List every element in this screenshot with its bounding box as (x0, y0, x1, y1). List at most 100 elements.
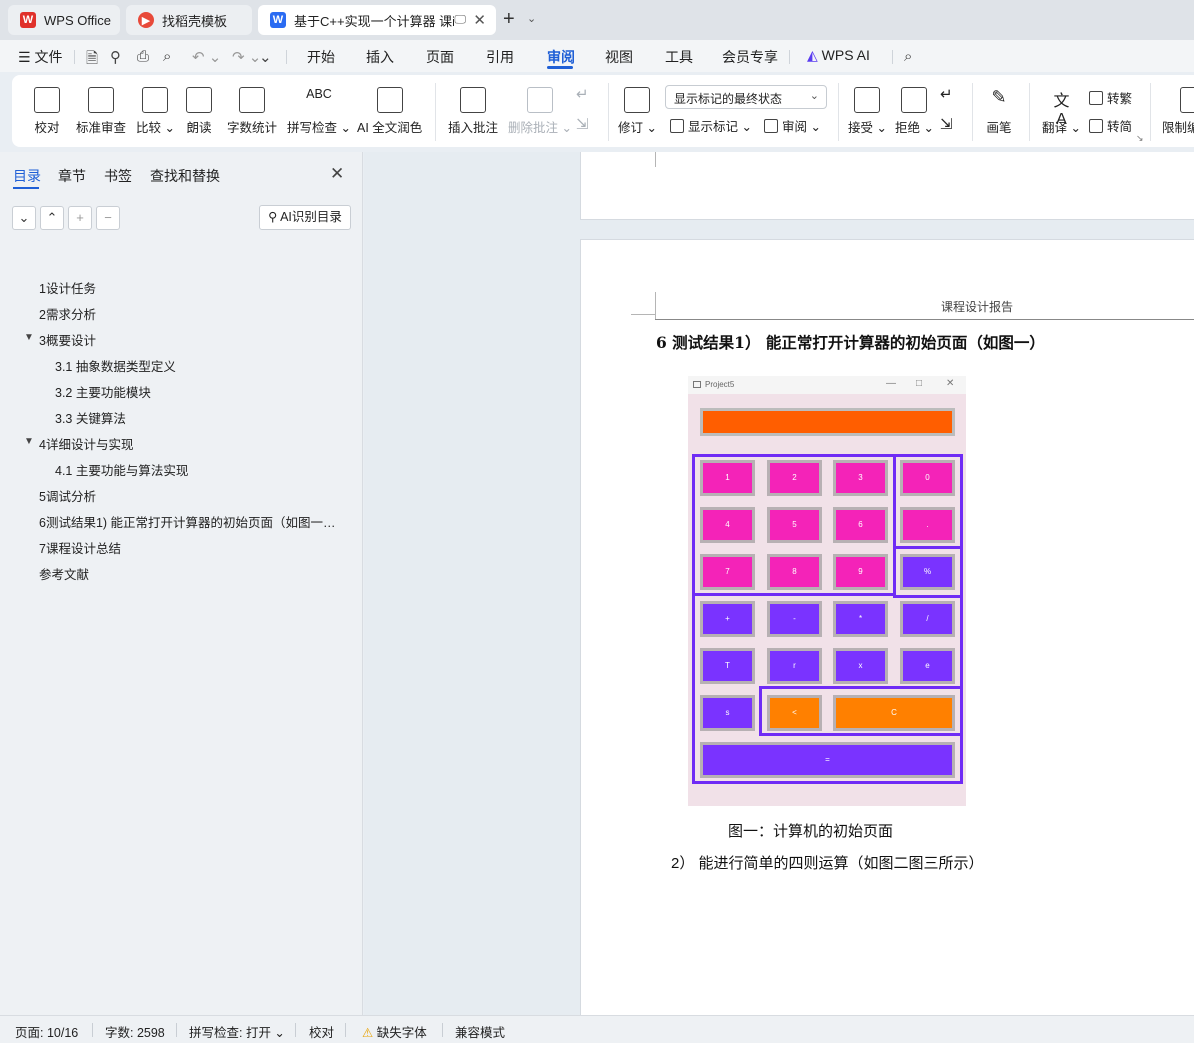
toc-item[interactable]: 7课程设计总结 (39, 538, 121, 557)
ai-toc-button[interactable]: ⚲ AI识别目录 (259, 205, 351, 230)
menu-reference[interactable]: 引用 (486, 47, 514, 67)
ai-polish-button[interactable]: AI 全文润色 (357, 87, 422, 136)
document-page: 课程设计报告 6 测试结果1） 能正常打开计算器的初始页面（如图一） Proje… (580, 239, 1194, 1015)
export-icon[interactable]: ⚲ (110, 48, 121, 66)
markup-state-select[interactable]: 显示标记的最终状态 ⌄ (665, 85, 827, 109)
divider (176, 1023, 177, 1037)
chevron-down-icon[interactable]: ⌄ (527, 12, 536, 25)
missing-font-status[interactable]: ⚠ 缺失字体 (362, 1022, 427, 1041)
translate-button[interactable]: 文A 翻译 ⌄ (1042, 87, 1081, 136)
toc-item[interactable]: 4.1 主要功能与算法实现 (55, 460, 188, 479)
standard-review-button[interactable]: 标准审查 (76, 87, 126, 136)
word-count-status[interactable]: 字数: 2598 (105, 1022, 165, 1041)
pen-button[interactable]: ✎ 画笔 (986, 87, 1012, 136)
tab-document[interactable]: W 基于C++实现一个计算器 课i 🖵 ✕ (258, 5, 496, 35)
collapse-down-button[interactable]: ⌄ (12, 206, 36, 230)
to-simplified-button[interactable]: 转简 (1089, 116, 1132, 135)
page-indicator[interactable]: 页面: 10/16 (15, 1022, 78, 1041)
tab-template[interactable]: ▶ 找稻壳模板 (126, 5, 252, 35)
to-traditional-button[interactable]: 转繁 (1089, 88, 1132, 107)
menu-review[interactable]: 审阅 (547, 47, 575, 67)
calc-key: 5 (767, 507, 822, 543)
review-pane-button[interactable]: 审阅 ⌄ (764, 116, 821, 135)
reject-button[interactable]: 拒绝 ⌄ (895, 87, 934, 136)
calculator-window-title: Project5 (705, 380, 735, 389)
toc-item[interactable]: 3.3 关键算法 (55, 408, 126, 427)
revise-button[interactable]: 修订 ⌄ (618, 87, 657, 136)
new-tab-icon[interactable]: + (503, 8, 515, 31)
print-preview-icon[interactable]: ⌕ (163, 48, 171, 65)
chevron-up-icon: ⌃ (46, 210, 58, 225)
menu-home[interactable]: 开始 (307, 47, 335, 67)
compare-button[interactable]: 比较 ⌄ (136, 87, 175, 136)
tab-sections[interactable]: 章节 (58, 166, 86, 186)
add-heading-button[interactable]: + (68, 206, 92, 230)
divider (345, 1023, 346, 1037)
accept-button[interactable]: 接受 ⌄ (848, 87, 887, 136)
tab-bookmarks[interactable]: 书签 (104, 166, 132, 186)
show-markup-button[interactable]: 显示标记 ⌄ (670, 116, 752, 135)
more-chevron-icon[interactable]: ⌄ (259, 48, 272, 66)
review-pane-label: 审阅 (782, 120, 808, 134)
delete-comment-text: 删除批注 (508, 121, 559, 135)
file-menu[interactable]: ☰ 文件 (18, 47, 62, 67)
menu-tools[interactable]: 工具 (665, 47, 693, 67)
header-rule (655, 319, 1194, 320)
toc-item[interactable]: 3.1 抽象数据类型定义 (55, 356, 176, 375)
calc-key: 7 (700, 554, 755, 590)
menu-page[interactable]: 页面 (426, 47, 454, 67)
abc-check-icon: ABC (306, 87, 332, 101)
toc-item[interactable]: 参考文献 (39, 564, 89, 583)
insert-comment-button[interactable]: 插入批注 (448, 87, 498, 136)
wps-ai-menu[interactable]: ◭ WPS AI (807, 47, 870, 64)
toc-item[interactable]: 3概要设计 (39, 330, 96, 349)
proofread-status[interactable]: 校对 (309, 1022, 334, 1041)
delete-comment-label: 删除批注 ⌄ (508, 121, 572, 135)
close-panel-icon[interactable]: ✕ (330, 164, 344, 184)
next-comment-icon[interactable]: ⇲ (576, 115, 589, 133)
toc-item[interactable]: 2需求分析 (39, 304, 96, 323)
read-aloud-button[interactable]: 朗读 (186, 87, 212, 136)
proofread-button[interactable]: 校对 (34, 87, 60, 136)
collapse-up-button[interactable]: ⌃ (40, 206, 64, 230)
document-area[interactable]: 课程设计报告 6 测试结果1） 能正常打开计算器的初始页面（如图一） Proje… (364, 152, 1194, 1015)
monitor-icon[interactable]: 🖵 (454, 12, 466, 27)
close-tab-icon[interactable]: ✕ (473, 11, 486, 29)
print-icon[interactable]: ⎙ (137, 48, 149, 65)
tab-find-replace[interactable]: 查找和替换 (150, 166, 220, 186)
toc-item[interactable]: 5调试分析 (39, 486, 96, 505)
undo-icon[interactable]: ↶ ⌄ (192, 48, 221, 66)
menu-insert[interactable]: 插入 (366, 47, 394, 67)
restrict-edit-button[interactable]: 限制编 (1162, 87, 1194, 136)
spell-check-status-label: 拼写检查: 打开 (189, 1026, 271, 1040)
window-icon (693, 381, 701, 388)
save-icon[interactable]: 🗎 (86, 48, 98, 73)
toc-item[interactable]: 3.2 主要功能模块 (55, 382, 151, 401)
menu-member[interactable]: 会员专享 (722, 47, 778, 67)
word-count-button[interactable]: 字数统计 (227, 87, 277, 136)
revise-text: 修订 (618, 121, 644, 135)
tab-toc[interactable]: 目录 (13, 166, 41, 186)
calc-key: 1 (700, 460, 755, 496)
delete-comment-button[interactable]: 删除批注 ⌄ (508, 87, 572, 136)
toc-item[interactable]: 6测试结果1) 能正常打开计算器的初始页面（如图一… (39, 512, 341, 531)
menu-view[interactable]: 视图 (605, 47, 633, 67)
calc-key: 0 (900, 460, 955, 496)
search-icon[interactable]: ⌕ (904, 48, 912, 65)
to-traditional-label: 转繁 (1107, 92, 1133, 106)
expand-group-icon[interactable]: ↘ (1136, 133, 1144, 144)
calc-key: 2 (767, 460, 822, 496)
divider (892, 50, 893, 64)
prev-change-icon[interactable]: ↵ (940, 85, 953, 103)
prev-comment-icon[interactable]: ↵ (576, 85, 589, 103)
spell-check-status[interactable]: 拼写检查: 打开 ⌄ (189, 1022, 285, 1041)
spell-check-button[interactable]: ABC 拼写检查 ⌄ (287, 87, 351, 136)
expand-triangle-icon[interactable]: ▼ (24, 332, 34, 343)
toc-item[interactable]: 4详细设计与实现 (39, 434, 133, 453)
redo-icon[interactable]: ↷ ⌄ (232, 48, 261, 66)
expand-triangle-icon[interactable]: ▼ (24, 436, 34, 447)
toc-item[interactable]: 1设计任务 (39, 278, 96, 297)
remove-heading-button[interactable]: − (96, 206, 120, 230)
tab-wps-office[interactable]: W WPS Office (8, 5, 120, 35)
next-change-icon[interactable]: ⇲ (940, 115, 953, 133)
